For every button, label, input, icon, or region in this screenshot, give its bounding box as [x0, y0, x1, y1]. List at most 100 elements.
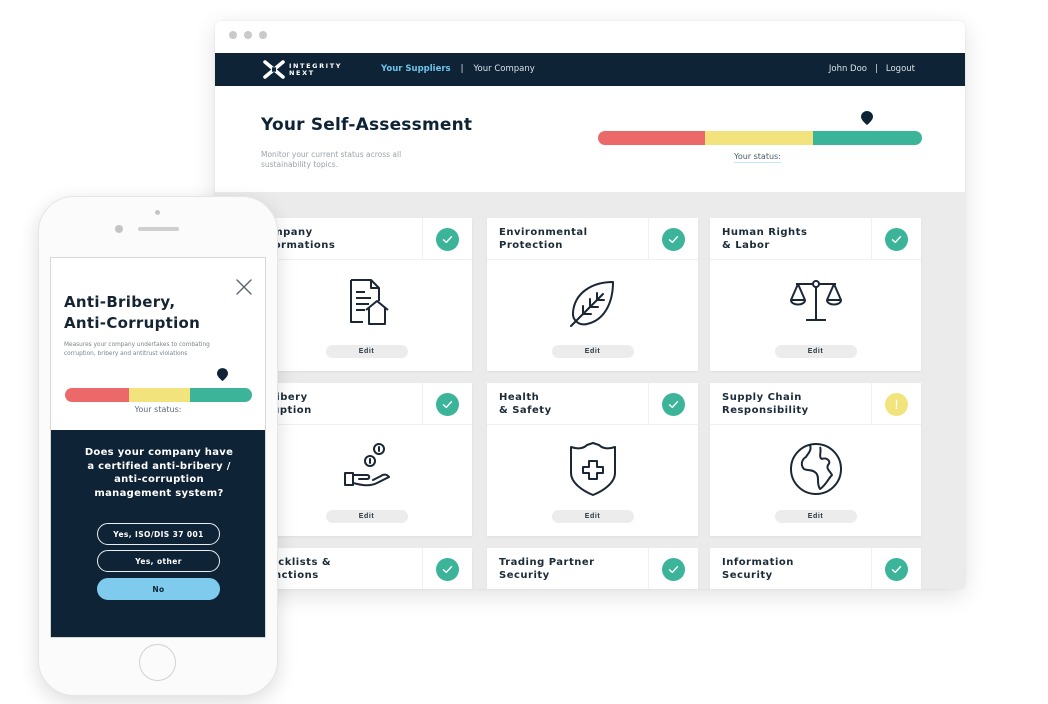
phone-camera [115, 225, 123, 233]
check-badge-icon [662, 227, 685, 251]
card-body: Edit [487, 260, 698, 371]
check-badge-icon [436, 557, 459, 581]
card-title: Company Informations [257, 227, 336, 251]
shield-cross-icon [569, 442, 616, 496]
topic-card-environmental-protection[interactable]: Environmental Protection Edit [487, 218, 698, 371]
page-title: Your Self-Assessment [261, 115, 473, 135]
card-header: Blacklists & Sanctions [259, 548, 472, 589]
status-segment-red [65, 388, 129, 402]
card-title: Information Security [722, 557, 794, 581]
logo-text: INTEGRITY NEXT [289, 62, 342, 77]
phone-speaker [138, 227, 179, 231]
edit-button[interactable]: Edit [774, 345, 857, 358]
question-panel: Does your company have a certified anti-… [51, 430, 265, 637]
card-title: Trading Partner Security [499, 557, 595, 581]
topic-card-blacklists-sanctions[interactable]: Blacklists & Sanctions [259, 548, 472, 589]
edit-button[interactable]: Edit [325, 510, 408, 523]
self-assessment-header: Your Self-Assessment Monitor your curren… [215, 86, 965, 192]
status-segment-red [598, 131, 705, 145]
warning-badge-icon [885, 392, 908, 416]
status-segment-green [813, 131, 922, 145]
edit-button[interactable]: Edit [551, 510, 634, 523]
close-icon[interactable] [235, 278, 253, 296]
logo-x-icon [263, 60, 285, 79]
status-marker-pin-icon [860, 111, 873, 125]
integrity-next-logo[interactable]: INTEGRITY NEXT [263, 60, 342, 79]
page-subtitle: Monitor your current status across all s… [261, 150, 402, 169]
document-house-icon [349, 279, 389, 325]
status-segment-green [190, 388, 252, 402]
window-dot-minimize[interactable] [244, 31, 252, 39]
nav-separator: | [460, 64, 464, 74]
browser-chrome [215, 21, 965, 53]
scales-of-justice-icon [789, 280, 842, 321]
modal-title: Anti-Bribery, Anti-Corruption [64, 293, 201, 332]
globe-icon [789, 443, 842, 495]
check-badge-icon [436, 227, 459, 251]
mobile-phone-frame: Anti-Bribery, Anti-Corruption Measures y… [38, 196, 278, 696]
topic-card-trading-partner-security[interactable]: Trading Partner Security [487, 548, 698, 589]
card-header: Anti-Bribery & Corruption [233, 383, 472, 425]
browser-window: INTEGRITY NEXT Your Suppliers | Your Com… [215, 21, 965, 589]
hand-with-coins-icon [343, 443, 390, 487]
card-status-cell [422, 548, 472, 589]
answer-yes-other-button[interactable]: Yes, other [97, 550, 220, 572]
card-body: Edit [261, 425, 472, 536]
topic-card-company-informations[interactable]: Company Informations Edit [257, 218, 472, 371]
modal-description: Measures your company undertakes to comb… [64, 342, 210, 357]
card-status-cell [871, 383, 921, 425]
card-title: Health & Safety [499, 392, 552, 416]
status-segment-yellow [704, 131, 814, 145]
mobile-screen: Anti-Bribery, Anti-Corruption Measures y… [50, 257, 266, 638]
answer-no-button[interactable]: No [97, 578, 220, 600]
nav-your-company[interactable]: Your Company [473, 64, 534, 74]
card-header: Health & Safety [487, 383, 698, 425]
topic-card-information-security[interactable]: Information Security [710, 548, 921, 589]
card-header: Trading Partner Security [487, 548, 698, 589]
card-header: Supply Chain Responsibility [710, 383, 921, 425]
check-badge-icon [662, 557, 685, 581]
card-status-cell [871, 218, 921, 260]
nav-your-suppliers[interactable]: Your Suppliers [381, 64, 451, 74]
edit-button[interactable]: Edit [774, 510, 857, 523]
phone-sensor [155, 210, 160, 215]
status-label[interactable]: Your status: [734, 152, 781, 163]
check-badge-icon [885, 227, 908, 251]
topic-card-human-rights-labor[interactable]: Human Rights & Labor Edit [710, 218, 921, 371]
check-badge-icon [885, 557, 908, 581]
card-header: Information Security [710, 548, 921, 589]
check-badge-icon [662, 392, 685, 416]
check-badge-icon [436, 392, 459, 416]
card-body: Edit [710, 260, 921, 371]
question-text: Does your company have a certified anti-… [84, 447, 234, 499]
card-title: Environmental Protection [499, 227, 588, 251]
mobile-status-scale-bar [65, 388, 252, 402]
topic-cards-grid: Company Informations Edit Environmental … [215, 192, 965, 589]
card-status-cell [871, 548, 921, 589]
status-marker-pin-icon [216, 368, 228, 381]
card-status-cell [648, 383, 698, 425]
card-status-cell [422, 383, 472, 425]
topic-card-anti-bribery-corruption[interactable]: Anti-Bribery & Corruption Edit [233, 383, 472, 536]
logout-link[interactable]: Logout [886, 64, 915, 74]
card-header: Human Rights & Labor [710, 218, 921, 260]
user-menu: John Doo | Logout [829, 64, 915, 74]
window-dot-close[interactable] [229, 31, 237, 39]
topic-card-health-safety[interactable]: Health & Safety Edit [487, 383, 698, 536]
phone-home-button[interactable] [139, 644, 176, 681]
status-segment-yellow [128, 388, 191, 402]
edit-button[interactable]: Edit [551, 345, 634, 358]
answer-yes-iso-button[interactable]: Yes, ISO/DIS 37 001 [97, 523, 220, 545]
window-dot-maximize[interactable] [259, 31, 267, 39]
card-body: Edit [487, 425, 698, 536]
top-navigation: INTEGRITY NEXT Your Suppliers | Your Com… [215, 53, 965, 86]
user-name-link[interactable]: John Doo [829, 64, 867, 74]
card-title: Human Rights & Labor [722, 227, 808, 251]
card-title: Blacklists & Sanctions [259, 557, 332, 581]
leaf-icon [569, 281, 614, 327]
topic-card-supply-chain-responsibility[interactable]: Supply Chain Responsibility Edit [710, 383, 921, 536]
card-header: Environmental Protection [487, 218, 698, 260]
card-header: Company Informations [257, 218, 472, 260]
edit-button[interactable]: Edit [325, 345, 408, 358]
card-status-cell [648, 218, 698, 260]
